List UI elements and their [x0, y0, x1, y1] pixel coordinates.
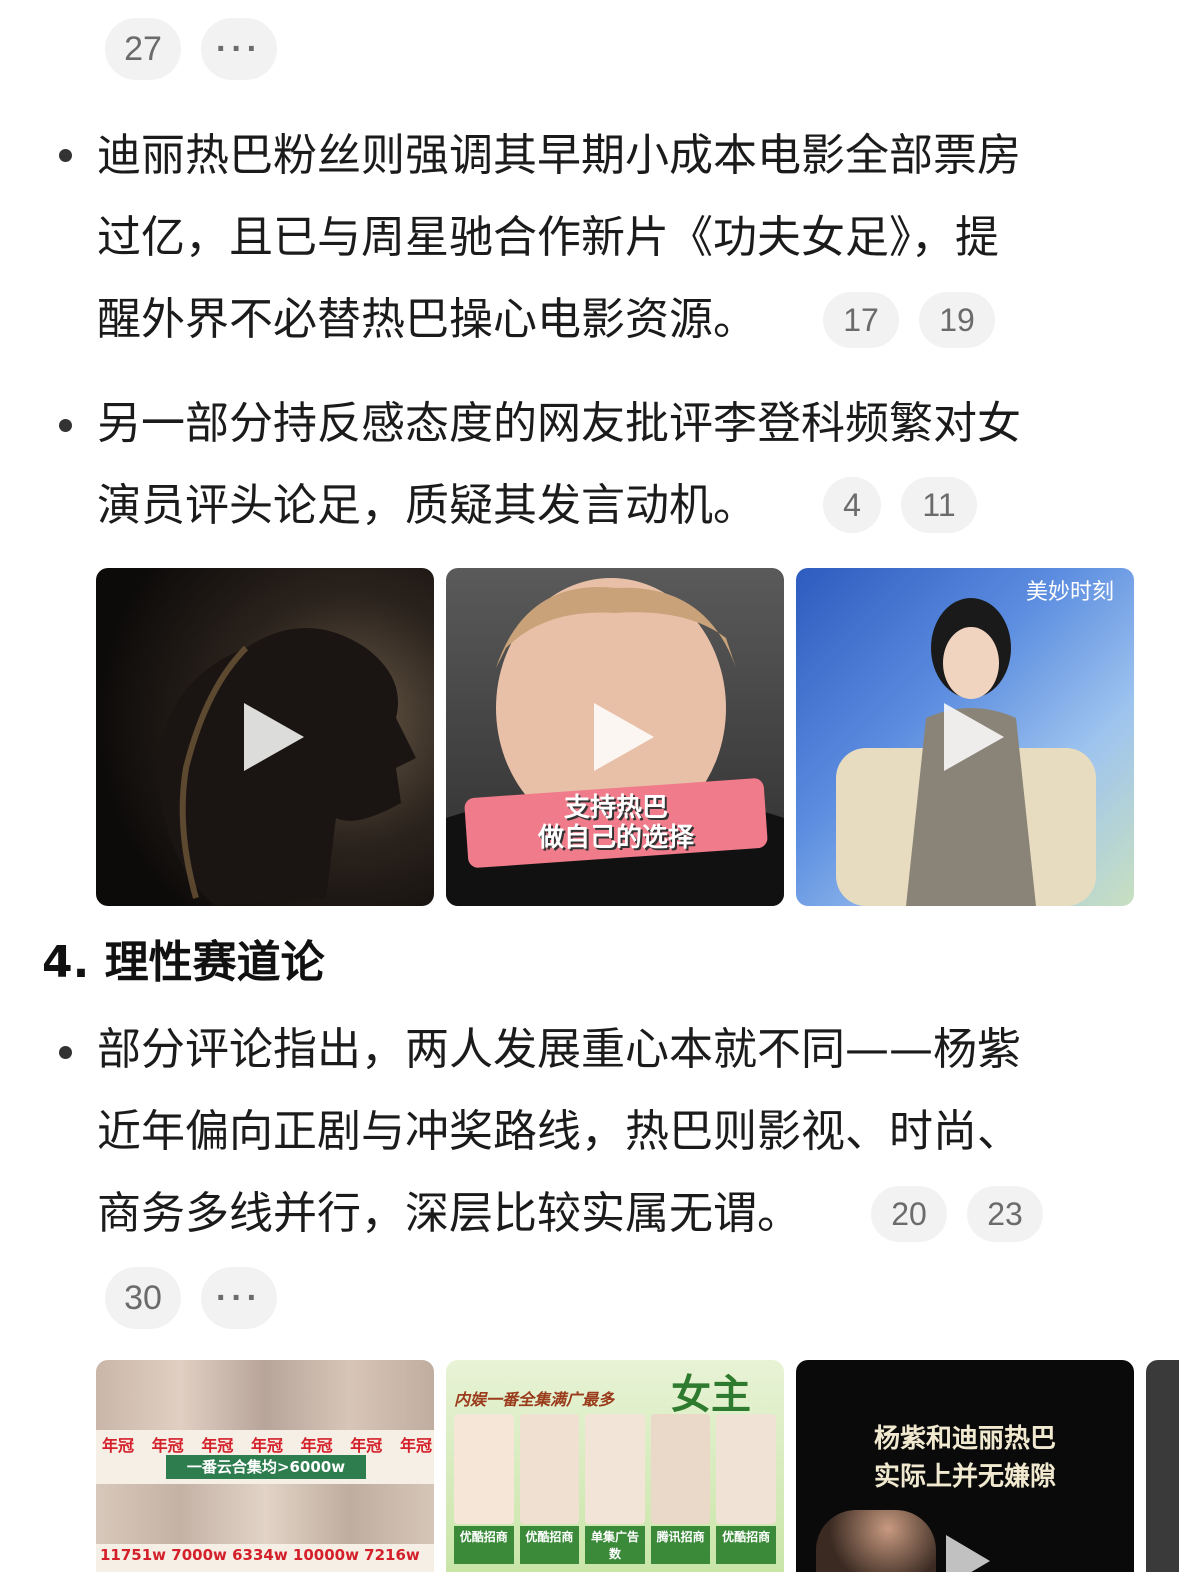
bullet-dot [59, 419, 72, 432]
video-caption: 杨紫和迪丽热巴 [873, 1424, 1056, 1454]
section-number: 4. [42, 937, 90, 988]
bullet-2-line-2: 演员评头论足，质疑其发言动机。 [97, 480, 757, 531]
citation-pill[interactable]: 4 [823, 477, 881, 533]
image-thumbnail-2[interactable]: 内娱一番全集满广最多 女主 优酷招商 优酷招商 单集广告数 腾讯招商 优酷招商 [446, 1360, 784, 1572]
video-caption: 支持热巴 做自己的选择 [537, 793, 694, 853]
citation-pill[interactable]: 11 [901, 477, 977, 533]
play-icon[interactable] [244, 703, 304, 771]
tile-text: 女主 [671, 1371, 751, 1418]
badge-row: 年冠 年冠 年冠 年冠 年冠 年冠 年冠 [102, 1436, 432, 1455]
play-icon[interactable] [944, 703, 1004, 771]
play-icon[interactable] [594, 703, 654, 771]
bullet-dot [59, 1046, 72, 1059]
bullet-3-line-3: 商务多线并行，深层比较实属无谓。 [97, 1188, 801, 1239]
bullet-1-line-1: 迪丽热巴粉丝则强调其早期小成本电影全部票房 [97, 130, 1021, 181]
citation-pill[interactable]: 23 [967, 1186, 1043, 1242]
video-caption: 美妙时刻 [1026, 580, 1115, 605]
ref-count-pill[interactable]: 30 [105, 1267, 181, 1329]
tile-text: 一番云合集均>6000w [166, 1455, 366, 1479]
video-thumbnail-3[interactable]: 美妙时刻 [796, 568, 1134, 906]
image-thumbnail-1[interactable]: 年冠 年冠 年冠 年冠 年冠 年冠 年冠 一番云合集均>6000w 11751w… [96, 1360, 434, 1572]
section-title: 理性赛道论 [104, 937, 325, 988]
tile-text: 内娱一番全集满广最多 [454, 1390, 615, 1409]
citation-pill[interactable]: 17 [823, 292, 899, 348]
video-thumbnail-4[interactable]: 杨紫和迪丽热巴 实际上并无嫌隙 [796, 1360, 1134, 1572]
tile-numbers: 11751w 7000w 6334w 10000w 7216w [100, 1546, 420, 1564]
bullet-1-line-2: 过亿，且已与周星驰合作新片《功夫女足》，提 [97, 212, 999, 263]
video-thumbnail-1[interactable] [96, 568, 434, 906]
bullet-dot [59, 149, 72, 162]
bullet-1-line-3: 醒外界不必替热巴操心电影资源。 [97, 294, 757, 345]
video-thumbnail-2[interactable]: 支持热巴 做自己的选择 [446, 568, 784, 906]
play-icon[interactable] [946, 1535, 990, 1572]
section-heading: 4. 理性赛道论 [42, 937, 325, 989]
bullet-2-line-1: 另一部分持反感态度的网友批评李登科频繁对女 [97, 398, 1021, 449]
more-options-button[interactable]: ··· [201, 18, 277, 80]
video-caption: 实际上并无嫌隙 [873, 1462, 1056, 1492]
ref-count-pill[interactable]: 27 [105, 18, 181, 80]
citation-pill[interactable]: 19 [919, 292, 995, 348]
video-thumbnail-5-partial[interactable] [1146, 1360, 1179, 1572]
more-options-button[interactable]: ··· [201, 1267, 277, 1329]
tag-row: 优酷招商 优酷招商 单集广告数 腾讯招商 优酷招商 [454, 1526, 776, 1564]
bullet-3-line-2: 近年偏向正剧与冲奖路线，热巴则影视、时尚、 [97, 1106, 1021, 1157]
citation-pill[interactable]: 20 [871, 1186, 947, 1242]
bullet-3-line-1: 部分评论指出，两人发展重心本就不同——杨紫 [97, 1024, 1021, 1075]
